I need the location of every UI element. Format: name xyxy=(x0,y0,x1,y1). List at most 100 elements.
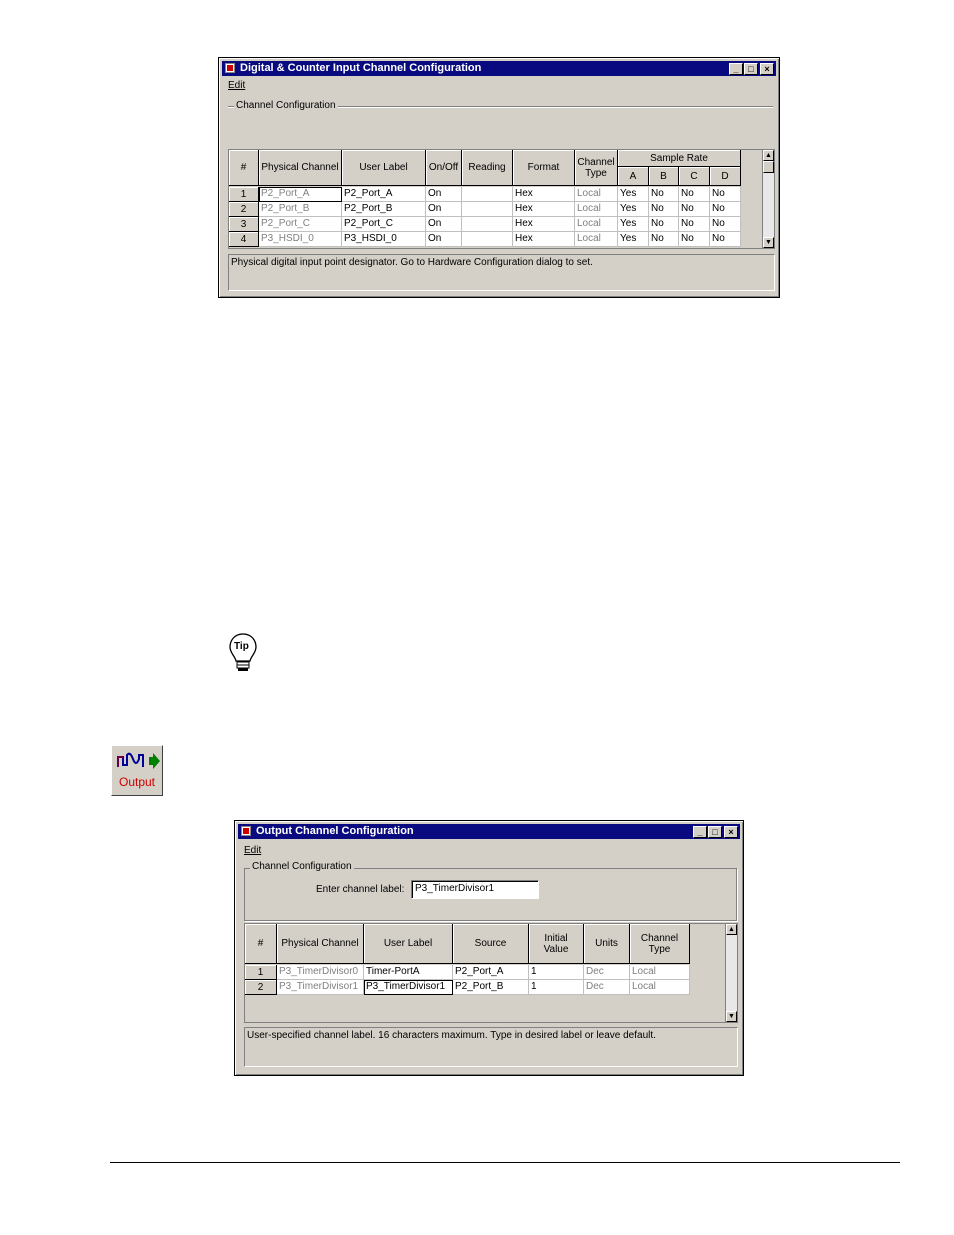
menu-edit-label: Edit xyxy=(228,80,246,91)
table-cell-initial[interactable]: 1 xyxy=(529,980,584,995)
table-cell-a[interactable]: Yes xyxy=(618,232,649,247)
table-cell-chtype: Local xyxy=(630,980,690,995)
table-cell-format[interactable]: Hex xyxy=(513,217,575,232)
window-app-icon xyxy=(241,826,251,836)
table-cell-label[interactable]: P2_Port_B xyxy=(342,202,426,217)
row-header[interactable]: 1 xyxy=(245,965,277,980)
col-header-d[interactable]: D xyxy=(710,167,741,186)
table-cell-label[interactable]: P3_HSDI_0 xyxy=(342,232,426,247)
col-header-label[interactable]: User Label xyxy=(364,924,453,964)
table-cell-chtype: Local xyxy=(575,217,618,232)
table-cell-reading xyxy=(462,187,513,202)
table-cell-reading xyxy=(462,202,513,217)
table-cell-b[interactable]: No xyxy=(649,217,679,232)
table-cell-label[interactable]: P2_Port_C xyxy=(342,217,426,232)
table-cell-label[interactable]: P3_TimerDivisor1 xyxy=(364,980,453,995)
table-cell-label[interactable]: P2_Port_A xyxy=(342,187,426,202)
table-cell-units[interactable]: Dec xyxy=(584,980,630,995)
table-cell-c[interactable]: No xyxy=(679,187,710,202)
input-window-titlebar[interactable]: Digital & Counter Input Channel Configur… xyxy=(222,61,776,76)
row-header[interactable]: 3 xyxy=(229,217,259,232)
output-wave-icon xyxy=(117,752,160,769)
table-cell-c[interactable]: No xyxy=(679,232,710,247)
menu-edit[interactable]: Edit xyxy=(228,80,245,91)
table-cell-reading xyxy=(462,232,513,247)
col-header-source[interactable]: Source xyxy=(453,924,529,964)
row-header[interactable]: 4 xyxy=(229,232,259,247)
col-header-format[interactable]: Format xyxy=(513,150,575,186)
table-cell-a[interactable]: Yes xyxy=(618,187,649,202)
group-label: Channel Configuration xyxy=(234,100,338,111)
col-header-b[interactable]: B xyxy=(649,167,679,186)
col-header-chtype[interactable]: Channel Type xyxy=(575,150,618,186)
table-cell-physical[interactable]: P3_TimerDivisor1 xyxy=(277,980,364,995)
table-cell-d[interactable]: No xyxy=(710,232,741,247)
table-cell-reading xyxy=(462,217,513,232)
table-cell-d[interactable]: No xyxy=(710,202,741,217)
table-cell-physical[interactable]: P3_TimerDivisor0 xyxy=(277,965,364,980)
table-cell-onoff[interactable]: On xyxy=(426,217,462,232)
table-cell-d[interactable]: No xyxy=(710,187,741,202)
maximize-icon[interactable]: □ xyxy=(744,63,758,75)
input-channel-grid: # Physical Channel User Label On/Off Rea… xyxy=(228,149,775,249)
col-header-num[interactable]: # xyxy=(245,924,277,964)
col-header-num[interactable]: # xyxy=(229,150,259,186)
table-cell-onoff[interactable]: On xyxy=(426,202,462,217)
status-bar: Physical digital input point designator.… xyxy=(228,254,775,291)
table-cell-format[interactable]: Hex xyxy=(513,187,575,202)
row-header[interactable]: 2 xyxy=(229,202,259,217)
table-cell-onoff[interactable]: On xyxy=(426,187,462,202)
col-header-label[interactable]: User Label xyxy=(342,150,426,186)
scroll-up-icon[interactable]: ▲ xyxy=(726,924,737,935)
close-icon[interactable]: × xyxy=(760,63,774,75)
close-icon[interactable]: × xyxy=(724,826,738,838)
minimize-icon[interactable]: _ xyxy=(729,63,743,75)
col-header-a[interactable]: A xyxy=(618,167,649,186)
table-cell-c[interactable]: No xyxy=(679,202,710,217)
table-cell-onoff[interactable]: On xyxy=(426,232,462,247)
table-cell-label[interactable]: Timer-PortA xyxy=(364,965,453,980)
table-cell-a[interactable]: Yes xyxy=(618,202,649,217)
output-toolbar-button[interactable]: Output xyxy=(111,745,163,796)
table-cell-initial[interactable]: 1 xyxy=(529,965,584,980)
table-cell-physical[interactable]: P3_HSDI_0 xyxy=(259,232,342,247)
input-config-window: Digital & Counter Input Channel Configur… xyxy=(218,57,780,298)
col-header-physical[interactable]: Physical Channel xyxy=(259,150,342,186)
vertical-scrollbar[interactable]: ▲ ▼ xyxy=(762,150,774,248)
col-header-physical[interactable]: Physical Channel xyxy=(277,924,364,964)
channel-label-input[interactable]: P3_TimerDivisor1 xyxy=(411,880,539,899)
minimize-icon[interactable]: _ xyxy=(693,826,707,838)
table-cell-format[interactable]: Hex xyxy=(513,232,575,247)
page-footer-rule xyxy=(110,1162,900,1163)
table-cell-d[interactable]: No xyxy=(710,217,741,232)
row-header[interactable]: 2 xyxy=(245,980,277,995)
table-cell-physical[interactable]: P2_Port_C xyxy=(259,217,342,232)
row-header[interactable]: 1 xyxy=(229,187,259,202)
col-header-c[interactable]: C xyxy=(679,167,710,186)
table-cell-physical[interactable]: P2_Port_B xyxy=(259,202,342,217)
col-header-units[interactable]: Units xyxy=(584,924,630,964)
table-cell-format[interactable]: Hex xyxy=(513,202,575,217)
maximize-icon[interactable]: □ xyxy=(708,826,722,838)
col-header-initial[interactable]: Initial Value xyxy=(529,924,584,964)
table-cell-units[interactable]: Dec xyxy=(584,965,630,980)
scroll-down-icon[interactable]: ▼ xyxy=(763,237,774,248)
scroll-thumb[interactable] xyxy=(763,161,774,173)
table-cell-b[interactable]: No xyxy=(649,187,679,202)
table-cell-b[interactable]: No xyxy=(649,232,679,247)
output-button-label: Output xyxy=(118,775,156,789)
menu-edit[interactable]: Edit xyxy=(244,845,261,856)
scroll-up-icon[interactable]: ▲ xyxy=(763,150,774,161)
table-cell-source[interactable]: P2_Port_A xyxy=(453,965,529,980)
col-header-chtype[interactable]: Channel Type xyxy=(630,924,690,964)
table-cell-source[interactable]: P2_Port_B xyxy=(453,980,529,995)
table-cell-b[interactable]: No xyxy=(649,202,679,217)
vertical-scrollbar[interactable]: ▲ ▼ xyxy=(725,924,737,1022)
table-cell-a[interactable]: Yes xyxy=(618,217,649,232)
table-cell-physical[interactable]: P2_Port_A xyxy=(259,187,342,202)
table-cell-c[interactable]: No xyxy=(679,217,710,232)
col-header-reading[interactable]: Reading xyxy=(462,150,513,186)
scroll-down-icon[interactable]: ▼ xyxy=(726,1011,737,1022)
col-header-onoff[interactable]: On/Off xyxy=(426,150,462,186)
output-window-titlebar[interactable]: Output Channel Configuration _ □ × xyxy=(238,824,740,839)
